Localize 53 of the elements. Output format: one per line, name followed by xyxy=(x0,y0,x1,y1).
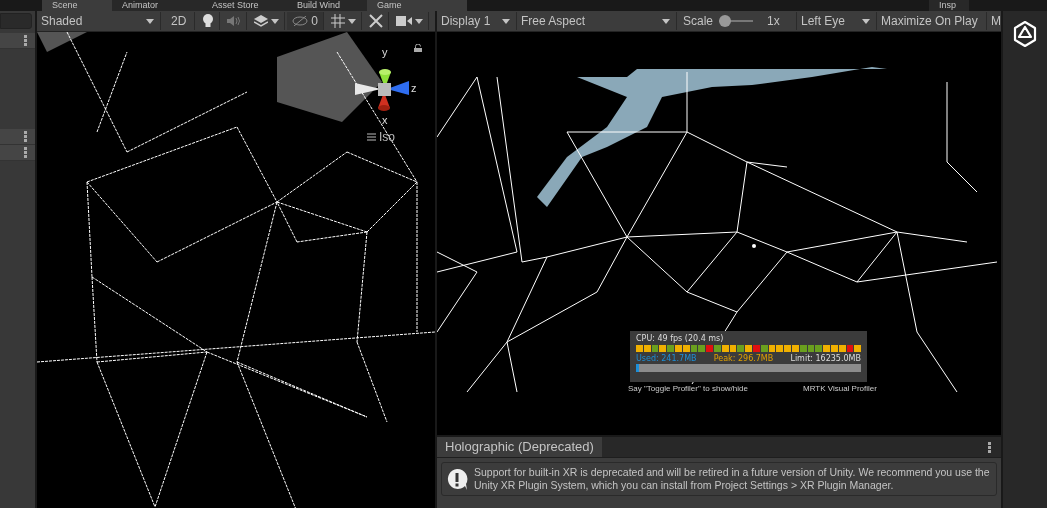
menu-icon[interactable] xyxy=(367,133,376,141)
memory-limit-text: Limit: 16235.0MB xyxy=(790,353,861,364)
panel-tab[interactable]: Game xyxy=(367,0,467,11)
more-options-icon[interactable] xyxy=(24,131,27,142)
speaker-icon[interactable] xyxy=(227,16,242,26)
hierarchy-row[interactable] xyxy=(0,129,35,145)
aspect-dropdown[interactable]: Free Aspect xyxy=(517,12,677,30)
caret-icon xyxy=(502,18,510,24)
more-options-icon[interactable] xyxy=(24,147,27,158)
projection-label[interactable]: Iso xyxy=(379,130,395,144)
cpu-fps-text: CPU: 49 fps (20.4 ms) xyxy=(636,334,725,344)
caret-icon xyxy=(271,18,280,24)
lock-icon[interactable] xyxy=(414,44,422,52)
more-options-icon[interactable] xyxy=(988,441,991,453)
grid-icon[interactable] xyxy=(331,14,346,28)
2d-toggle-button[interactable]: 2D xyxy=(163,12,196,30)
eye-dropdown[interactable]: Left Eye xyxy=(797,12,877,30)
more-options-icon[interactable] xyxy=(24,35,27,46)
maximize-on-play-toggle[interactable]: Maximize On Play xyxy=(877,12,987,30)
warning-text: Support for built-in XR is deprecated and will be retired in a future version of Unity. We recommend you use the Unity XR Plugin System, which you can install from Project Settings > XR Plugin Manager. xyxy=(474,466,991,492)
caret-icon xyxy=(348,18,357,24)
memory-peak-text: Peak: 296.7MB xyxy=(713,353,774,364)
caret-icon xyxy=(862,18,870,24)
hidden-count: 0 xyxy=(311,14,319,28)
camera-icon[interactable] xyxy=(396,16,413,26)
x-axis-label: x xyxy=(382,114,388,126)
caret-icon xyxy=(146,18,154,24)
caret-icon xyxy=(662,18,670,24)
display-dropdown[interactable]: Display 1 xyxy=(437,12,517,30)
panel-tab[interactable]: Build Wind xyxy=(287,0,367,11)
hierarchy-row[interactable] xyxy=(0,145,35,161)
warning-icon xyxy=(446,467,469,491)
panel-tab[interactable]: Animator xyxy=(112,0,202,11)
panel-tab[interactable]: Asset Store xyxy=(202,0,287,11)
lightbulb-icon[interactable] xyxy=(202,14,215,28)
y-axis-label: y xyxy=(382,46,388,58)
hierarchy-row[interactable] xyxy=(0,33,35,49)
logo-icon xyxy=(1013,21,1037,47)
slider-thumb[interactable] xyxy=(719,15,732,27)
scale-label: Scale xyxy=(683,14,714,28)
toolbar-button[interactable]: M xyxy=(987,12,1001,30)
panel-tab[interactable]: Holographic (Deprecated) xyxy=(437,437,602,457)
profiler-hint-text: Say "Toggle Profiler" to show/hide xyxy=(628,384,748,393)
scale-value: 1x xyxy=(767,14,780,28)
memory-used-text: Used: 241.7MB xyxy=(636,353,697,364)
caret-icon xyxy=(415,18,424,24)
profiler-caption: MRTK Visual Profiler xyxy=(803,384,877,393)
hidden-eye-icon[interactable] xyxy=(292,16,309,26)
z-axis-label: z xyxy=(411,82,417,94)
layers-icon[interactable] xyxy=(254,15,269,27)
tools-icon[interactable] xyxy=(369,14,384,28)
panel-tab[interactable]: Scene xyxy=(42,0,112,11)
panel-tab[interactable]: Insp xyxy=(929,0,969,11)
